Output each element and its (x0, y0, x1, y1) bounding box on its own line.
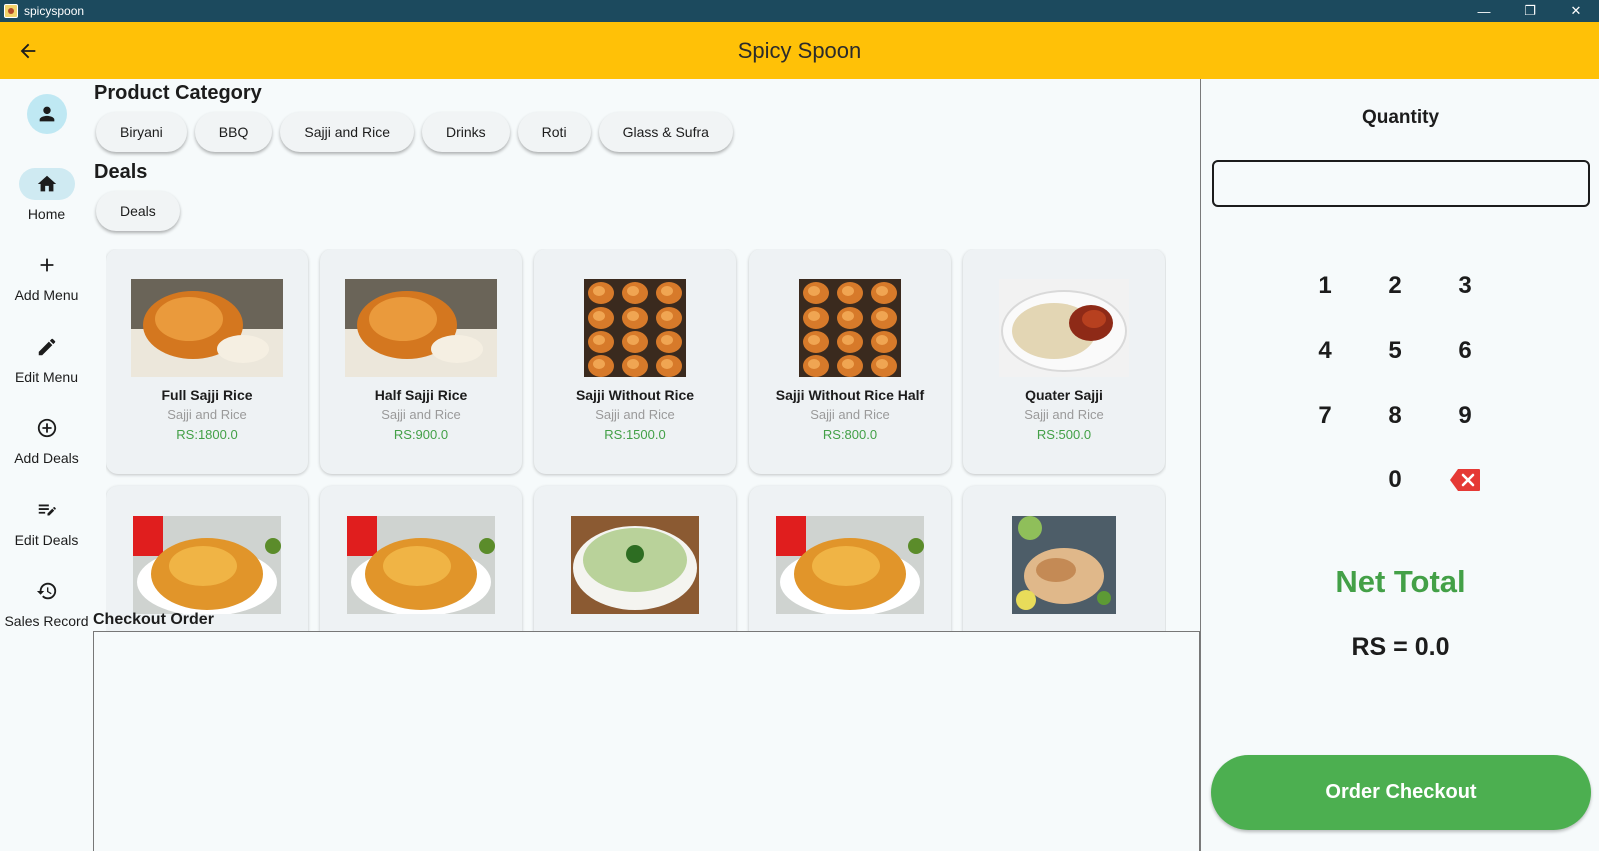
minimize-icon[interactable]: — (1461, 0, 1507, 22)
keypad-key-8[interactable]: 8 (1370, 396, 1420, 436)
window-title: spicyspoon (24, 4, 85, 18)
nav-item-sales-record[interactable]: Sales Record (0, 575, 93, 629)
category-chip-biryani[interactable]: Biryani (96, 112, 187, 152)
product-name: Quater Sajji (1025, 387, 1103, 403)
history-icon (36, 582, 56, 600)
product-name: Sajji Without Rice (575, 387, 695, 403)
product-name: Sajji Without Rice Half (775, 387, 925, 403)
window-titlebar: spicyspoon — ❐ ✕ (0, 0, 1599, 22)
nav-label-edit-menu: Edit Menu (14, 369, 79, 385)
product-card[interactable]: Half Sajji Rice Sajji and Rice RS:900.0 (320, 249, 522, 474)
category-chip-sajji-and-rice[interactable]: Sajji and Rice (280, 112, 414, 152)
product-category: Sajji and Rice (1024, 407, 1104, 422)
pencil-icon (38, 338, 55, 356)
nav-item-add-deals[interactable]: Add Deals (0, 412, 93, 466)
backspace-icon (1450, 469, 1480, 491)
nav-label-edit-deals: Edit Deals (14, 532, 79, 548)
deal-chip-deals[interactable]: Deals (96, 191, 180, 231)
avatar[interactable] (27, 94, 67, 134)
plus-icon (40, 258, 53, 272)
home-icon (37, 175, 56, 192)
keypad-key-7[interactable]: 7 (1300, 396, 1350, 436)
app-icon (4, 4, 18, 18)
product-image (584, 279, 686, 377)
product-price: RS:500.0 (1036, 427, 1092, 442)
back-button[interactable] (14, 38, 42, 64)
product-name: Full Sajji Rice (161, 387, 253, 403)
product-image (131, 279, 283, 377)
nav-item-edit-menu[interactable]: Edit Menu (0, 331, 93, 385)
category-chip-glass-sufra[interactable]: Glass & Sufra (598, 112, 733, 152)
deal-chips: Deals (96, 191, 180, 231)
product-card[interactable]: Sajji Without Rice Half Sajji and Rice R… (749, 249, 951, 474)
nav-item-add-menu[interactable]: Add Menu (0, 249, 93, 303)
category-chip-drinks[interactable]: Drinks (421, 112, 510, 152)
product-card[interactable]: Full Sajji Rice Sajji and Rice RS:1800.0 (106, 249, 308, 474)
keypad-backspace-button[interactable] (1440, 460, 1490, 500)
order-panel: Quantity 1 2 3 4 5 6 7 8 9 0 Net Total R… (1200, 79, 1599, 851)
net-total-label: Net Total (1335, 564, 1466, 599)
main-content: Product Category Biryani BBQ Sajji and R… (93, 79, 1200, 851)
product-category: Sajji and Rice (167, 407, 247, 422)
product-image (347, 516, 495, 614)
keypad-key-2[interactable]: 2 (1370, 266, 1420, 306)
nav-label-add-menu: Add Menu (14, 287, 79, 303)
nav-item-edit-deals[interactable]: Edit Deals (0, 494, 93, 548)
product-image (799, 279, 901, 377)
navigation-rail: Home Add Menu Edit Menu Add Deals Edit D… (0, 79, 93, 851)
product-name: Half Sajji Rice (374, 387, 468, 403)
quantity-label: Quantity (1361, 107, 1440, 128)
product-category-title: Product Category (94, 82, 262, 104)
product-category: Sajji and Rice (810, 407, 890, 422)
arrow-left-icon (20, 43, 36, 59)
keypad-key-0[interactable]: 0 (1370, 460, 1420, 500)
window-controls: — ❐ ✕ (1461, 0, 1599, 22)
deals-title: Deals (94, 161, 148, 183)
restore-icon[interactable]: ❐ (1507, 0, 1553, 22)
keypad-key-5[interactable]: 5 (1370, 331, 1420, 371)
product-category: Sajji and Rice (595, 407, 675, 422)
product-card[interactable]: Sajji Without Rice Sajji and Rice RS:150… (534, 249, 736, 474)
product-image (571, 516, 699, 614)
nav-label-add-deals: Add Deals (14, 450, 79, 466)
keypad-key-1[interactable]: 1 (1300, 266, 1350, 306)
checkout-order-list[interactable] (93, 631, 1200, 851)
keypad-key-4[interactable]: 4 (1300, 331, 1350, 371)
product-image (1012, 516, 1116, 614)
checkout-order-label: Checkout Order (93, 611, 214, 628)
category-chip-roti[interactable]: Roti (517, 112, 591, 152)
keypad-key-3[interactable]: 3 (1440, 266, 1490, 306)
product-price: RS:1800.0 (176, 427, 238, 442)
product-image (133, 516, 281, 614)
add-circle-icon (37, 418, 56, 438)
category-chip-bbq[interactable]: BBQ (194, 112, 273, 152)
nav-label-home: Home (27, 206, 66, 222)
product-image (999, 279, 1129, 377)
category-chips: Biryani BBQ Sajji and Rice Drinks Roti G… (96, 112, 733, 152)
product-image (776, 516, 924, 614)
nav-label-sales-record: Sales Record (4, 613, 89, 629)
keypad-key-9[interactable]: 9 (1440, 396, 1490, 436)
net-total-value: RS = 0.0 (1351, 633, 1450, 661)
product-price: RS:800.0 (822, 427, 878, 442)
product-price: RS:900.0 (393, 427, 449, 442)
nav-item-home[interactable]: Home (0, 168, 93, 222)
quantity-input[interactable] (1212, 160, 1590, 207)
edit-list-icon (38, 504, 56, 516)
product-category: Sajji and Rice (381, 407, 461, 422)
product-card[interactable]: Quater Sajji Sajji and Rice RS:500.0 (963, 249, 1165, 474)
app-title: Spicy Spoon (737, 37, 862, 63)
keypad-key-6[interactable]: 6 (1440, 331, 1490, 371)
order-checkout-button[interactable]: Order Checkout (1211, 755, 1591, 830)
product-price: RS:1500.0 (604, 427, 666, 442)
app-bar: Spicy Spoon (0, 22, 1599, 79)
close-icon[interactable]: ✕ (1553, 0, 1599, 22)
person-icon (39, 106, 55, 122)
product-image (345, 279, 497, 377)
